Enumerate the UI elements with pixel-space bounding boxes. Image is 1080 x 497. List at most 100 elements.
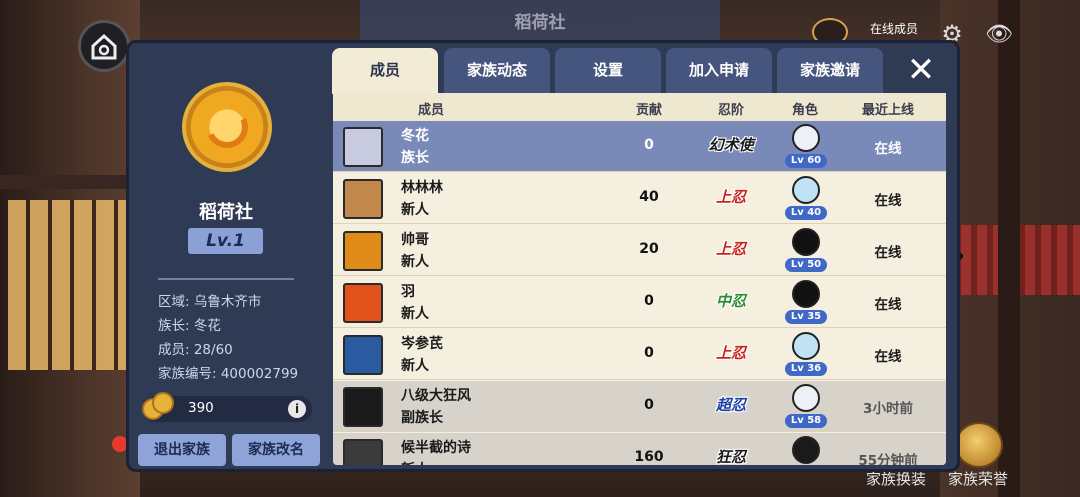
family-emblem-icon — [182, 82, 272, 172]
character-head-icon — [792, 228, 820, 256]
character-level-badge: Lv 58 — [785, 414, 827, 428]
member-last-online: 在线 — [874, 349, 902, 365]
quit-family-button[interactable]: 退出家族 — [138, 434, 226, 466]
member-name: 八级大狂风 — [401, 388, 471, 404]
member-last-online: 55分钟前 — [858, 453, 918, 465]
character-level-badge: Lv 35 — [785, 310, 827, 324]
member-last-online: 在线 — [874, 141, 902, 157]
tab-family-invites[interactable]: 家族邀请 — [777, 48, 883, 94]
background-beam — [0, 175, 140, 189]
member-role: 新人 — [401, 202, 429, 218]
member-name: 岑参芪 — [401, 336, 443, 352]
member-role: 新人 — [401, 254, 429, 270]
character-head-icon — [792, 436, 820, 464]
character-level-badge: Lv 40 — [785, 206, 827, 220]
info-icon[interactable]: i — [288, 400, 306, 418]
member-rank: 幻术使 — [708, 136, 754, 154]
member-avatar — [343, 283, 383, 323]
member-table: 成员 贡献 忍阶 角色 最近上线 冬花 族长 0 幻术使 Lv 60 在线 林林林 新人 40 上… — [333, 93, 946, 465]
member-rank: 超忍 — [715, 396, 746, 414]
member-contribution: 0 — [644, 137, 654, 153]
background-window — [8, 200, 128, 370]
member-last-online: 在线 — [874, 193, 902, 209]
table-row[interactable]: 候半截的诗新人 160 狂忍 Lv 52 55分钟前 — [333, 433, 946, 465]
member-contribution: 40 — [639, 189, 659, 205]
family-leader: 族长: 冬花 — [158, 318, 221, 334]
family-funds-value: 390 — [188, 400, 214, 416]
family-info-column: 稻荷社 Lv.1 区域: 乌鲁木齐市 族长: 冬花 成员: 28/60 家族编号… — [128, 42, 324, 470]
member-avatar — [343, 335, 383, 375]
tab-family-activity[interactable]: 家族动态 — [444, 48, 550, 94]
family-member-count: 成员: 28/60 — [158, 342, 233, 358]
table-header: 成员 贡献 忍阶 角色 最近上线 — [333, 93, 946, 121]
member-avatar — [343, 439, 383, 465]
online-members-label: 在线成员 — [870, 22, 919, 36]
table-row[interactable]: 岑参芪 新人 0 上忍 Lv 36 在线 — [333, 329, 946, 380]
member-name: 羽 — [401, 284, 415, 300]
member-avatar — [343, 387, 383, 427]
trophy-icon[interactable] — [955, 422, 1003, 468]
table-row[interactable]: 帅哥新人 20 上忍 Lv 50 在线 — [333, 225, 946, 276]
tab-join-requests[interactable]: 加入申请 — [666, 48, 772, 94]
character-avatar: Lv 36 — [785, 332, 827, 376]
banner-title: 稻荷社 — [514, 13, 566, 33]
member-rank: 狂忍 — [715, 448, 746, 465]
header-last-online: 最近上线 — [861, 103, 914, 118]
member-rank: 中忍 — [715, 292, 746, 310]
member-contribution: 0 — [644, 397, 654, 413]
member-contribution: 0 — [644, 293, 654, 309]
member-last-online: 在线 — [874, 245, 902, 261]
character-avatar: Lv 35 — [785, 280, 827, 324]
member-role: 新人 — [401, 459, 429, 465]
member-role: 新人 — [401, 306, 429, 322]
member-role: 副族长 — [401, 410, 443, 426]
eye-icon[interactable]: 👁 — [982, 20, 1016, 48]
member-rank: 上忍 — [715, 240, 746, 258]
header-character: 角色 — [791, 103, 818, 118]
tab-settings[interactable]: 设置 — [555, 48, 661, 94]
character-head-icon — [792, 124, 820, 152]
member-role: 新人 — [401, 358, 429, 374]
character-avatar: Lv 58 — [785, 384, 827, 428]
character-avatar: Lv 52 — [785, 436, 827, 465]
family-region: 区域: 乌鲁木齐市 — [158, 294, 262, 310]
member-name: 候半截的诗 — [401, 440, 471, 456]
family-name: 稻荷社 — [199, 202, 253, 223]
family-id: 家族编号: 400002799 — [158, 366, 299, 382]
member-contribution: 20 — [639, 241, 659, 257]
table-row[interactable]: 冬花 族长 0 幻术使 Lv 60 在线 — [333, 121, 946, 172]
background-banner: 稻荷社 — [360, 0, 720, 44]
table-row[interactable]: 羽新人 0 中忍 Lv 35 在线 — [333, 277, 946, 328]
family-funds: 390 i — [142, 392, 312, 422]
home-button[interactable] — [78, 20, 130, 72]
character-level-badge: Lv 36 — [785, 362, 827, 376]
member-contribution: 160 — [634, 449, 664, 465]
member-avatar — [343, 231, 383, 271]
character-avatar: Lv 40 — [785, 176, 827, 220]
member-name: 林林林 — [401, 180, 443, 196]
character-head-icon — [792, 280, 820, 308]
character-avatar: Lv 60 — [785, 124, 827, 168]
family-honor-button[interactable]: 家族荣誉 — [948, 468, 1008, 489]
member-last-online: 在线 — [874, 297, 902, 313]
member-rank: 上忍 — [715, 188, 746, 206]
tab-members[interactable]: 成员 — [332, 48, 438, 94]
table-row[interactable]: 林林林新人 40 上忍 Lv 40 在线 — [333, 173, 946, 224]
coins-icon — [142, 390, 178, 424]
divider — [158, 278, 294, 280]
character-level-badge: Lv 50 — [785, 258, 827, 272]
rename-family-button[interactable]: 家族改名 — [232, 434, 320, 466]
member-avatar — [343, 179, 383, 219]
family-level-badge: Lv.1 — [188, 228, 263, 254]
member-last-online: 3小时前 — [863, 401, 913, 417]
member-name: 冬花 — [401, 128, 429, 144]
member-name: 帅哥 — [401, 232, 429, 248]
character-level-badge: Lv 60 — [785, 154, 827, 168]
home-icon — [91, 33, 117, 60]
table-row[interactable]: 八级大狂风副族长 0 超忍 Lv 58 3小时前 — [333, 381, 946, 432]
header-contribution: 贡献 — [635, 103, 662, 118]
background-pillar — [998, 0, 1020, 497]
close-icon[interactable]: ✕ — [902, 52, 940, 90]
header-member: 成员 — [417, 103, 444, 118]
header-rank: 忍阶 — [717, 103, 744, 118]
